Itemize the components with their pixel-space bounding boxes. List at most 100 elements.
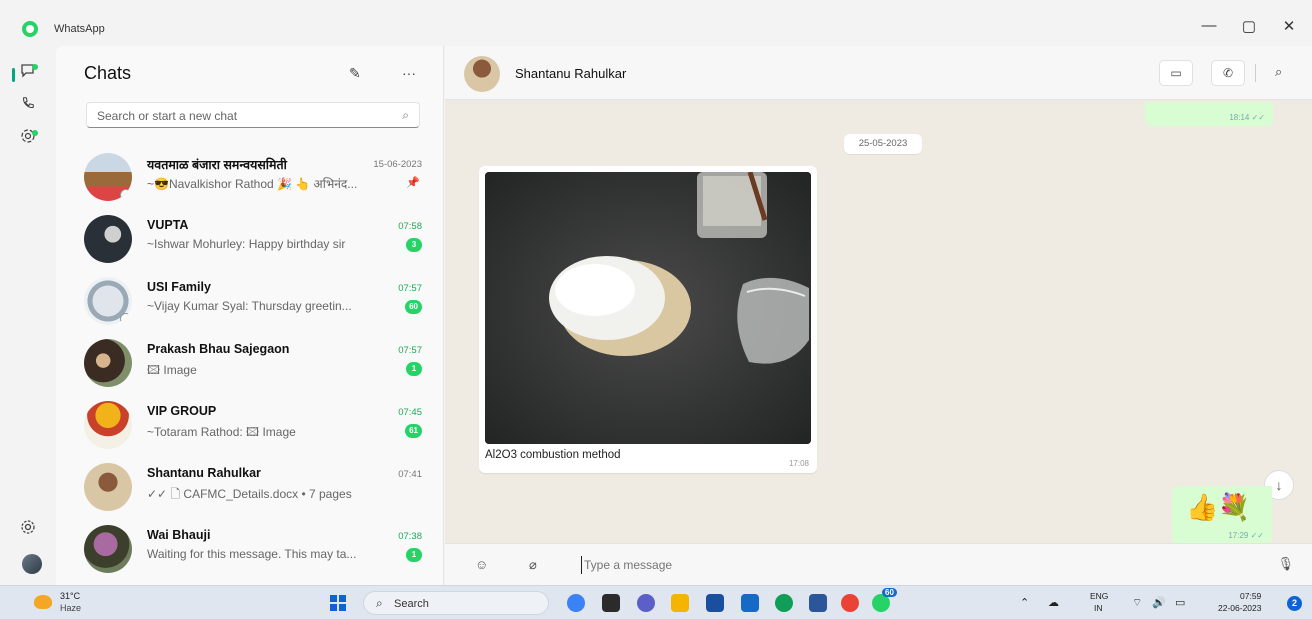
chats-icon[interactable] <box>16 62 40 86</box>
whatsapp-badge: 60 <box>882 588 897 597</box>
chat-name: VIP GROUP <box>147 404 217 418</box>
attach-icon[interactable]: ⌀ <box>529 557 537 573</box>
start-button[interactable] <box>330 595 346 611</box>
nav-rail <box>0 54 56 585</box>
avatar <box>84 401 132 449</box>
chat-item[interactable]: VIP GROUP 07:45 ~Totaram Rathod: 🖾 Image… <box>56 394 444 456</box>
store-icon[interactable] <box>706 594 724 612</box>
chat-time: 07:38 <box>398 531 422 542</box>
cloud-icon[interactable]: ☁ <box>1048 596 1059 609</box>
sticker-message[interactable]: 👍💐 17:29 ✓✓ <box>1172 486 1272 544</box>
maximize-button[interactable]: ▢ <box>1237 17 1261 35</box>
wifi-icon[interactable]: ⌔ <box>1132 596 1142 610</box>
task-view-icon[interactable] <box>602 594 620 612</box>
settings-icon[interactable] <box>16 519 40 543</box>
chat-preview: ~😎Navalkishor Rathod 🎉 👆 अभिनंद... <box>147 177 358 191</box>
mail-icon[interactable] <box>741 594 759 612</box>
chat-item[interactable]: VUPTA 07:58 ~Ishwar Mohurley: Happy birt… <box>56 208 444 270</box>
taskbar: 31°C Haze ⌕ Search 60 ⌃ ☁ ENG IN ⌔ 🔊 ▭ 0… <box>0 585 1312 619</box>
chat-app-icon[interactable] <box>637 594 655 612</box>
avatar <box>84 339 132 387</box>
conversation-pane: Shantanu Rahulkar ▭ ✆ ⌕ 18:14 ✓✓ 25-05-2… <box>445 46 1312 585</box>
word-icon[interactable] <box>809 594 827 612</box>
chat-name: Wai Bhauji <box>147 528 211 542</box>
chats-heading: Chats <box>84 63 132 83</box>
chat-time: 15-06-2023 <box>373 159 422 170</box>
image-caption: Al2O3 combustion method <box>485 449 621 461</box>
microphone-icon[interactable]: 🎙 <box>1277 556 1294 572</box>
pin-icon: 📌 <box>406 177 420 189</box>
conversation-header: Shantanu Rahulkar ▭ ✆ ⌕ <box>445 46 1312 100</box>
chat-list-panel: Chats ✎ ··· Search or start a new chat ⌕… <box>56 46 444 585</box>
chat-name: Shantanu Rahulkar <box>147 466 261 480</box>
chat-time: 07:41 <box>398 469 422 480</box>
chat-preview: ~Ishwar Mohurley: Happy birthday sir <box>147 237 346 251</box>
weather-icon[interactable] <box>34 595 52 609</box>
chat-time: 07:57 <box>398 283 422 294</box>
message-input[interactable] <box>581 556 1221 574</box>
sticker-image: 👍💐 <box>1186 492 1251 522</box>
calls-icon[interactable] <box>16 94 40 118</box>
avatar <box>84 277 132 325</box>
clock-date[interactable]: 22-06-2023 <box>1218 603 1261 613</box>
search-placeholder: Search or start a new chat <box>97 109 238 123</box>
contact-name[interactable]: Shantanu Rahulkar <box>515 66 626 81</box>
emoji-icon[interactable]: ☺ <box>475 557 488 572</box>
chat-item[interactable]: यवतमाळ बंजारा समन्वयसमिती 15-06-2023 ~😎N… <box>56 146 444 208</box>
chat-item[interactable]: Wai Bhauji 07:38 Waiting for this messag… <box>56 518 444 580</box>
chat-name: Prakash Bhau Sajegaon <box>147 342 290 356</box>
chat-item[interactable]: Shantanu Rahulkar 07:41 ✓✓ 🗋 CAFMC_Detai… <box>56 456 444 518</box>
profile-avatar[interactable] <box>22 554 42 574</box>
chat-item[interactable]: Prakash Bhau Sajegaon 07:57 🖾 Image 1 <box>56 332 444 394</box>
avatar <box>84 153 132 201</box>
chat-name: USI Family <box>147 280 211 294</box>
battery-icon[interactable]: ▭ <box>1175 596 1185 609</box>
active-indicator <box>12 68 15 82</box>
file-explorer-icon[interactable] <box>671 594 689 612</box>
chat-item[interactable]: USI Family 07:57 ~Vijay Kumar Syal: Thur… <box>56 270 444 332</box>
video-call-icon[interactable]: ▭ <box>1159 60 1193 86</box>
unread-badge: 3 <box>406 238 422 252</box>
volume-icon[interactable]: 🔊 <box>1152 596 1166 609</box>
avatar <box>84 463 132 511</box>
unread-badge: 61 <box>405 424 422 438</box>
unread-badge: 1 <box>406 548 422 562</box>
contact-avatar[interactable] <box>464 56 500 92</box>
taskbar-search[interactable]: ⌕ Search <box>363 591 549 615</box>
chat-time: 07:57 <box>398 345 422 356</box>
search-icon[interactable]: ⌕ <box>1275 64 1282 80</box>
voice-call-icon[interactable]: ✆ <box>1211 60 1245 86</box>
message-image[interactable] <box>485 172 811 444</box>
language-top[interactable]: ENG <box>1090 591 1108 601</box>
chrome-icon[interactable] <box>841 594 859 612</box>
bing-icon[interactable] <box>567 594 585 612</box>
message-time: 18:14 ✓✓ <box>1229 113 1265 122</box>
chat-preview: ~Totaram Rathod: 🖾 Image <box>147 425 296 439</box>
image-message[interactable]: Al2O3 combustion method 17:08 <box>479 166 817 473</box>
tray-chevron-icon[interactable]: ⌃ <box>1020 596 1029 609</box>
notification-badge[interactable]: 2 <box>1287 596 1302 611</box>
status-icon[interactable] <box>16 128 40 152</box>
header-divider <box>1255 64 1256 82</box>
taskbar-search-label: Search <box>394 598 429 610</box>
minimize-button[interactable]: — <box>1197 17 1221 34</box>
unread-badge: 60 <box>405 300 422 314</box>
chat-preview: ~Vijay Kumar Syal: Thursday greetin... <box>147 299 352 313</box>
date-divider: 25-05-2023 <box>844 134 922 154</box>
chat-name: यवतमाळ बंजारा समन्वयसमिती <box>147 158 287 172</box>
new-chat-icon[interactable]: ✎ <box>349 65 361 82</box>
edge-icon[interactable] <box>775 594 793 612</box>
search-icon: ⌕ <box>376 596 383 610</box>
avatar <box>84 525 132 573</box>
whatsapp-logo-icon <box>22 21 38 37</box>
message-time: 17:29 ✓✓ <box>1228 531 1264 540</box>
chat-search-input[interactable]: Search or start a new chat ⌕ <box>86 102 420 128</box>
chat-preview: 🖾 Image <box>147 363 197 377</box>
outgoing-message[interactable]: 18:14 ✓✓ <box>1145 102 1273 126</box>
weather-condition: Haze <box>60 603 82 613</box>
close-button[interactable]: ✕ <box>1277 17 1301 35</box>
menu-icon[interactable]: ··· <box>402 65 416 81</box>
app-title: WhatsApp <box>54 23 105 35</box>
clock-time[interactable]: 07:59 <box>1240 591 1261 601</box>
language-bottom[interactable]: IN <box>1094 603 1103 613</box>
